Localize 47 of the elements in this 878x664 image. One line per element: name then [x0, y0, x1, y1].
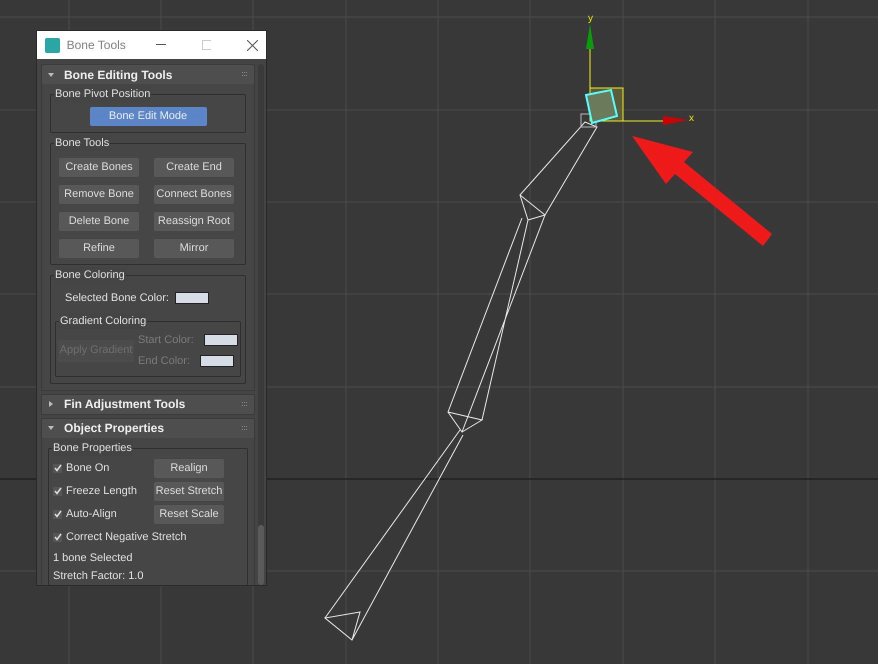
tool-button[interactable]: Realign — [154, 458, 224, 478]
collapse-triangle-icon — [48, 72, 54, 78]
axis-label: x — [689, 113, 694, 124]
tool-button[interactable]: Refine — [59, 239, 139, 258]
tool-button[interactable]: Reset Stretch — [154, 482, 224, 500]
rollout-title: Object Properties — [64, 420, 164, 437]
tool-button[interactable]: Reassign Root — [154, 212, 234, 231]
tool-button[interactable]: Mirror — [154, 239, 234, 258]
field-label: Selected Bone Color: — [65, 291, 169, 306]
rollout-title: Bone Editing Tools — [64, 66, 172, 84]
stretch-factor-text: Stretch Factor: 1.0 — [53, 568, 144, 582]
checkbox[interactable] — [53, 510, 62, 518]
tool-button[interactable]: Create Bones — [59, 158, 139, 177]
rollout-header[interactable]: Object Properties — [42, 418, 254, 438]
tool-button[interactable]: Delete Bone — [59, 212, 139, 231]
app-logo-icon — [45, 38, 60, 52]
tool-button[interactable]: Create End — [154, 158, 234, 177]
checkbox-label: Bone On — [66, 460, 110, 476]
checkbox-label: Freeze Length — [66, 484, 138, 499]
window-title: Bone Tools — [66, 37, 126, 54]
color-swatch[interactable] — [174, 292, 209, 304]
checkbox[interactable] — [53, 486, 62, 496]
status-text: 1 bone Selected — [53, 550, 134, 564]
checkmark-icon — [54, 510, 62, 518]
checkmark-icon — [54, 533, 62, 541]
checkmark-icon — [54, 464, 62, 472]
scrollbar[interactable] — [258, 64, 264, 585]
checkbox[interactable] — [53, 464, 62, 472]
tool-button[interactable]: Bone Edit Mode — [90, 107, 206, 126]
color-swatch[interactable] — [200, 355, 234, 368]
close-icon[interactable] — [247, 40, 258, 50]
rollout-title: Fin Adjustment Tools — [64, 396, 186, 413]
color-swatch[interactable] — [204, 334, 238, 346]
expand-triangle-icon — [48, 401, 54, 407]
tool-button[interactable]: Reset Scale — [154, 504, 224, 524]
group-title: Bone Coloring — [54, 267, 126, 283]
minimize-icon[interactable] — [156, 44, 166, 46]
tool-button[interactable]: Remove Bone — [59, 185, 139, 204]
checkmark-icon — [54, 487, 62, 495]
rollout-header[interactable]: Fin Adjustment Tools — [42, 394, 254, 414]
rollout-header[interactable]: Bone Editing Tools — [42, 65, 254, 84]
checkbox[interactable] — [53, 532, 62, 542]
checkbox-label: Auto-Align — [66, 506, 118, 522]
tool-button[interactable]: Connect Bones — [154, 185, 234, 204]
collapse-triangle-icon — [48, 425, 54, 431]
axis-label: y — [588, 13, 593, 24]
checkbox-label: Correct Negative Stretch — [66, 530, 186, 545]
